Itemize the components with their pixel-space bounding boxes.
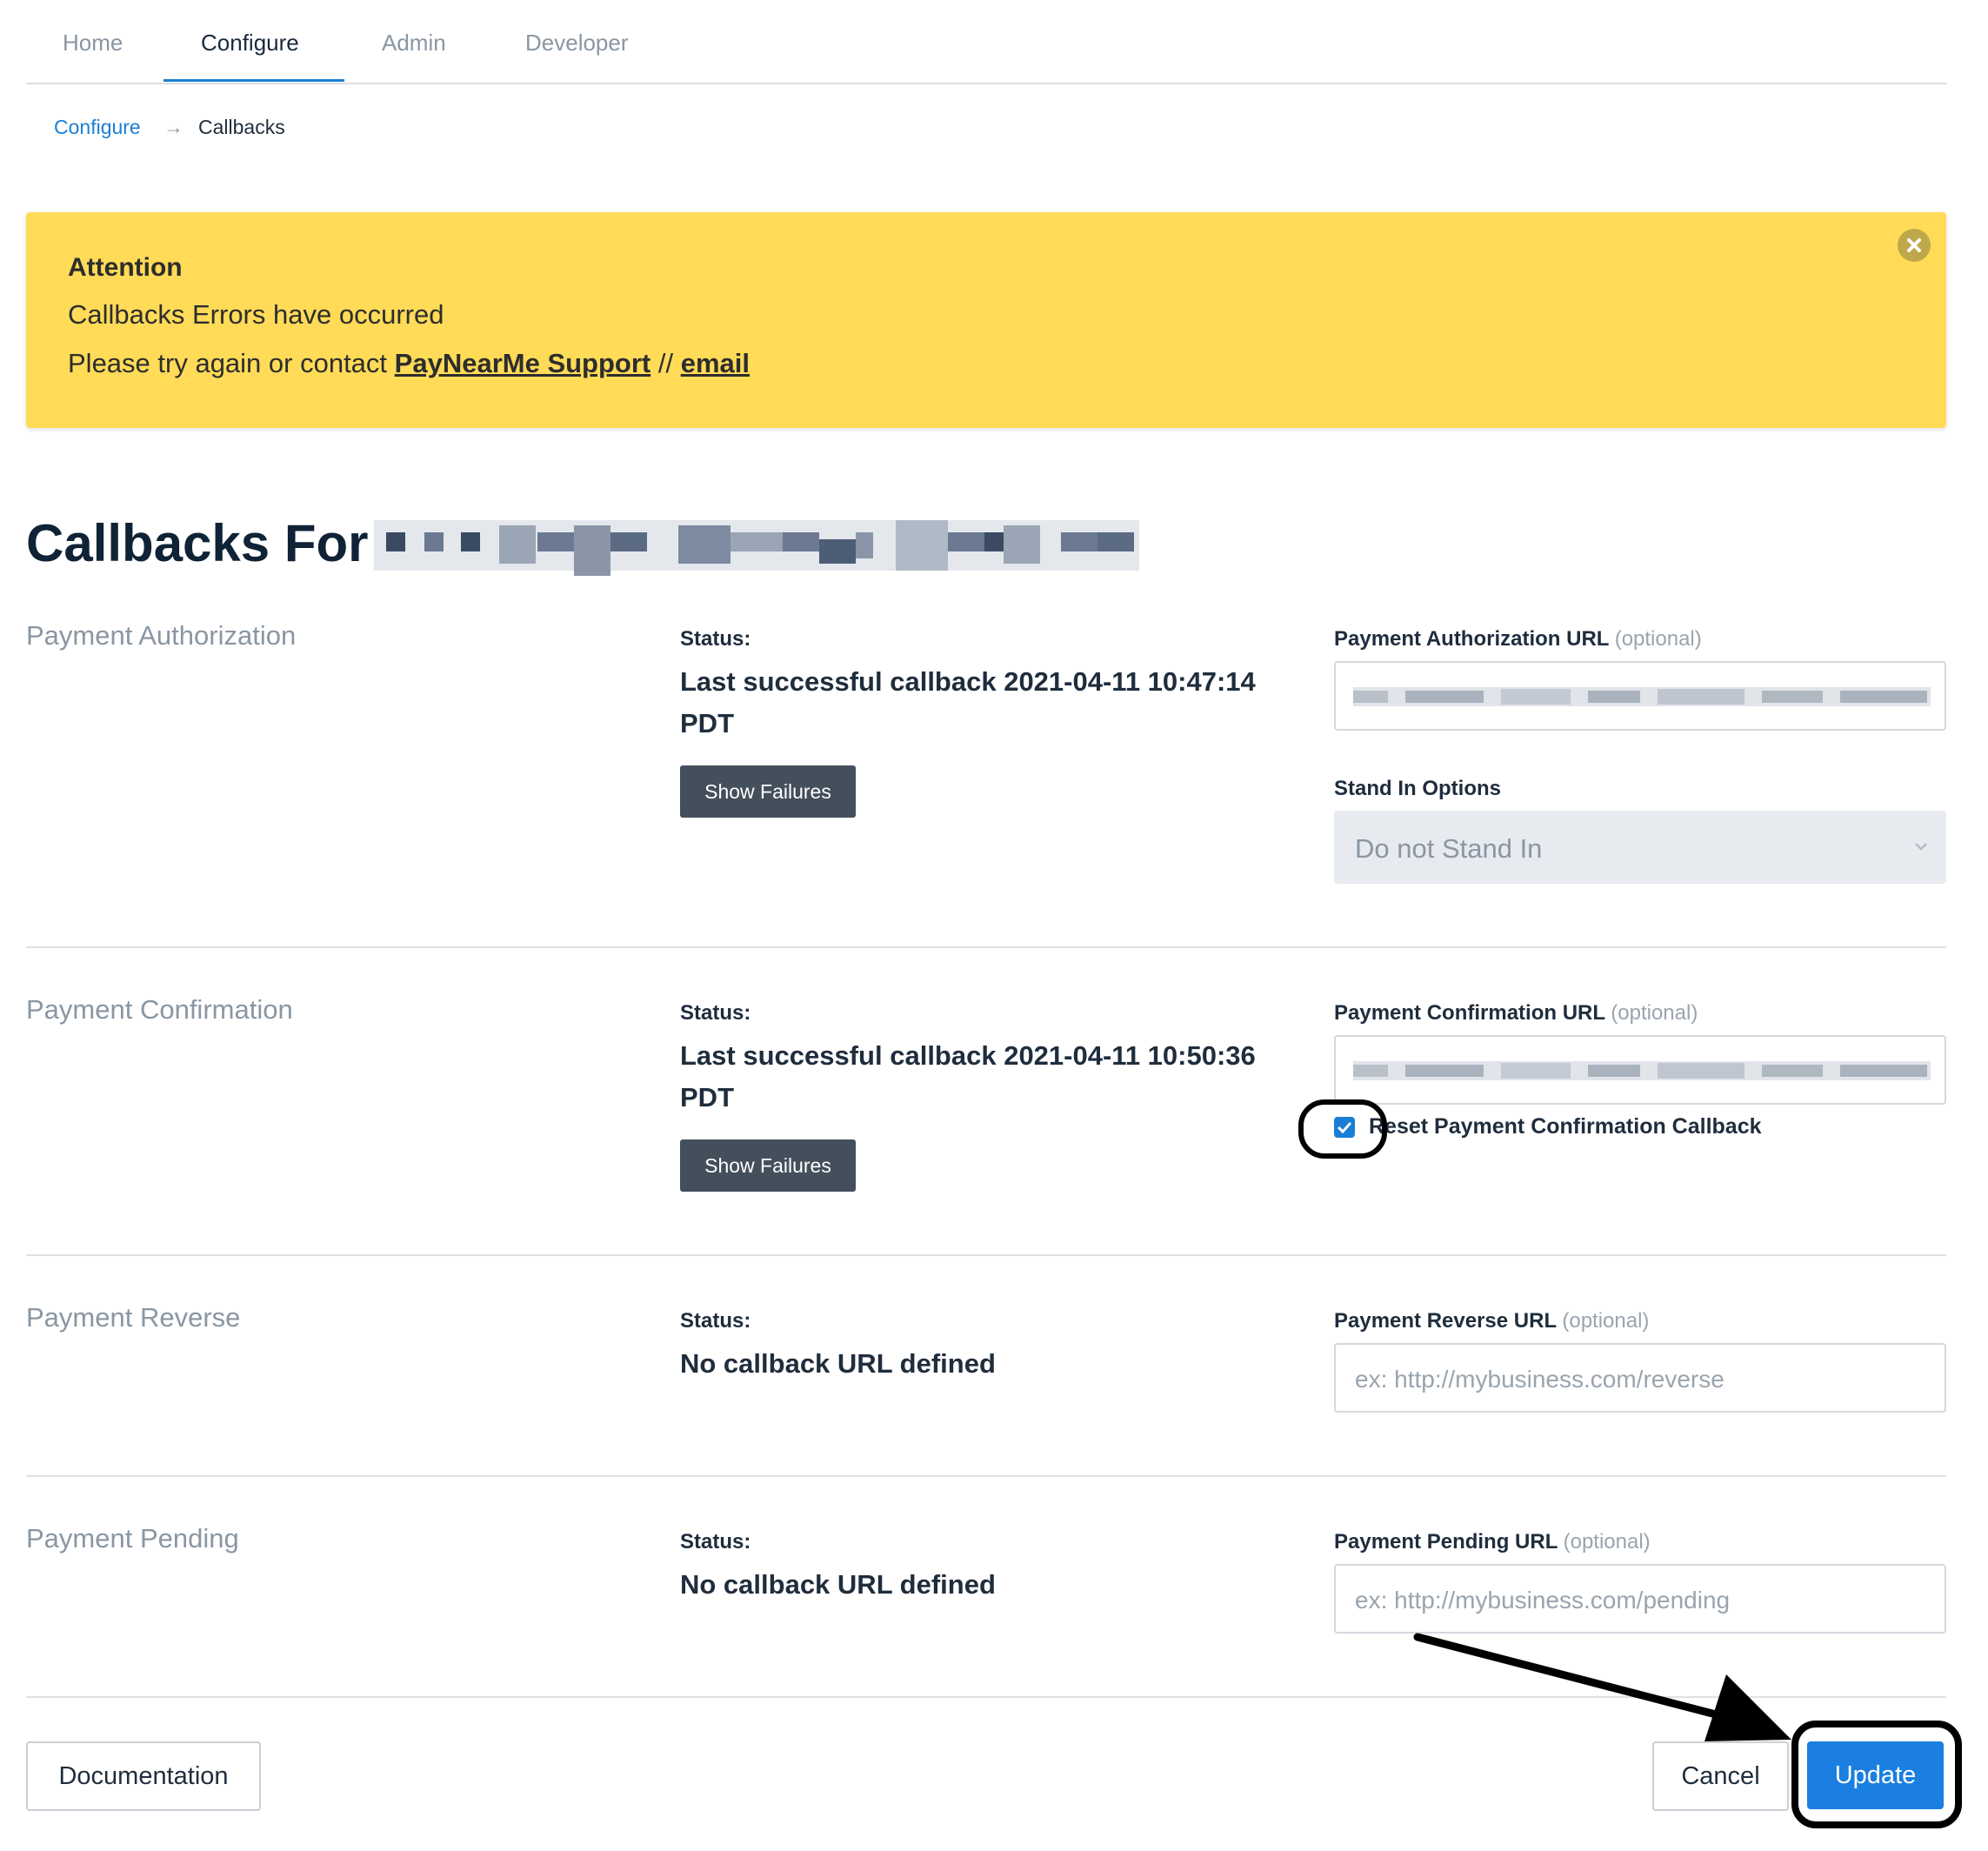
input-placeholder: ex: http://mybusiness.com/pending	[1355, 1587, 1731, 1614]
input-placeholder: ex: http://mybusiness.com/reverse	[1355, 1366, 1724, 1393]
breadcrumb-current: Callbacks	[198, 116, 285, 138]
field-label-text: Payment Pending URL	[1334, 1530, 1558, 1554]
alert-separator: //	[657, 348, 674, 378]
payment-authorization-label: Payment Authorization	[26, 620, 297, 651]
status-text: Last successful callback 2021-04-11 10:4…	[680, 666, 1256, 738]
payment-confirmation-url-input[interactable]	[1334, 1035, 1946, 1105]
payment-reverse-url-label: Payment Reverse URL (optional)	[1334, 1309, 1649, 1333]
tab-developer[interactable]: Developer	[525, 30, 629, 57]
payment-confirmation-url-label: Payment Confirmation URL (optional)	[1334, 1001, 1698, 1026]
status-text: Last successful callback 2021-04-11 10:5…	[680, 1040, 1256, 1113]
status-label: Status:	[680, 1309, 751, 1333]
payment-pending-url-label: Payment Pending URL (optional)	[1334, 1530, 1651, 1554]
top-nav: Home Configure Admin Developer	[26, 0, 1946, 84]
documentation-button[interactable]: Documentation	[26, 1741, 261, 1811]
show-failures-button[interactable]: Show Failures	[680, 765, 856, 818]
tab-configure[interactable]: Configure	[201, 30, 299, 57]
optional-hint: (optional)	[1563, 1530, 1651, 1554]
tab-home[interactable]: Home	[63, 30, 123, 57]
optional-hint: (optional)	[1614, 627, 1702, 651]
stand-in-options-label: Stand In Options	[1334, 777, 1501, 800]
alert-contact-prefix: Please try again or contact	[68, 348, 388, 378]
stand-in-selected-value: Do not Stand In	[1355, 833, 1543, 864]
stand-in-options-select[interactable]: Do not Stand In	[1334, 811, 1946, 884]
breadcrumb-arrow-icon: →	[163, 116, 183, 138]
status-label: Status:	[680, 1530, 751, 1554]
redacted-url	[1353, 1058, 1931, 1084]
payment-pending-url-input[interactable]: ex: http://mybusiness.com/pending	[1334, 1564, 1946, 1634]
payment-reverse-label: Payment Reverse	[26, 1302, 241, 1333]
breadcrumb-configure-link[interactable]: Configure	[54, 116, 141, 139]
status-label: Status:	[680, 627, 751, 651]
email-link[interactable]: email	[681, 348, 750, 378]
payment-pending-label: Payment Pending	[26, 1523, 239, 1554]
optional-hint: (optional)	[1611, 1001, 1698, 1025]
status-text: No callback URL defined	[680, 1569, 996, 1600]
section-divider	[26, 946, 1946, 948]
optional-hint: (optional)	[1562, 1309, 1650, 1333]
status-text: No callback URL defined	[680, 1348, 996, 1379]
field-label-text: Payment Confirmation URL	[1334, 1001, 1605, 1025]
chevron-down-icon	[1913, 839, 1929, 859]
alert-contact-line: Please try again or contact PayNearMe Su…	[68, 348, 750, 379]
alert-message: Callbacks Errors have occurred	[68, 299, 444, 330]
annotation-highlight-update	[1791, 1721, 1962, 1828]
section-divider	[26, 1475, 1946, 1477]
redacted-merchant-name	[374, 513, 1161, 585]
field-label-text: Payment Reverse URL	[1334, 1309, 1557, 1333]
reset-callback-label[interactable]: Reset Payment Confirmation Callback	[1369, 1114, 1762, 1139]
annotation-highlight-checkbox	[1298, 1099, 1387, 1159]
payment-confirmation-label: Payment Confirmation	[26, 994, 293, 1025]
tab-admin[interactable]: Admin	[382, 30, 446, 57]
section-divider	[26, 1254, 1946, 1256]
active-tab-indicator	[163, 79, 344, 82]
payment-reverse-url-input[interactable]: ex: http://mybusiness.com/reverse	[1334, 1343, 1946, 1413]
arrow-annotation-icon	[1409, 1627, 1800, 1761]
show-failures-button[interactable]: Show Failures	[680, 1139, 856, 1192]
status-label: Status:	[680, 1001, 751, 1025]
redacted-url	[1353, 684, 1931, 710]
payment-authorization-url-label: Payment Authorization URL (optional)	[1334, 627, 1702, 652]
page-title: Callbacks For	[26, 514, 369, 572]
attention-alert: Attention Callbacks Errors have occurred…	[26, 212, 1946, 428]
payment-authorization-url-input[interactable]	[1334, 661, 1946, 731]
field-label-text: Payment Authorization URL	[1334, 627, 1610, 651]
alert-title: Attention	[68, 253, 183, 282]
close-icon[interactable]	[1898, 229, 1931, 262]
support-link[interactable]: PayNearMe Support	[395, 348, 651, 378]
